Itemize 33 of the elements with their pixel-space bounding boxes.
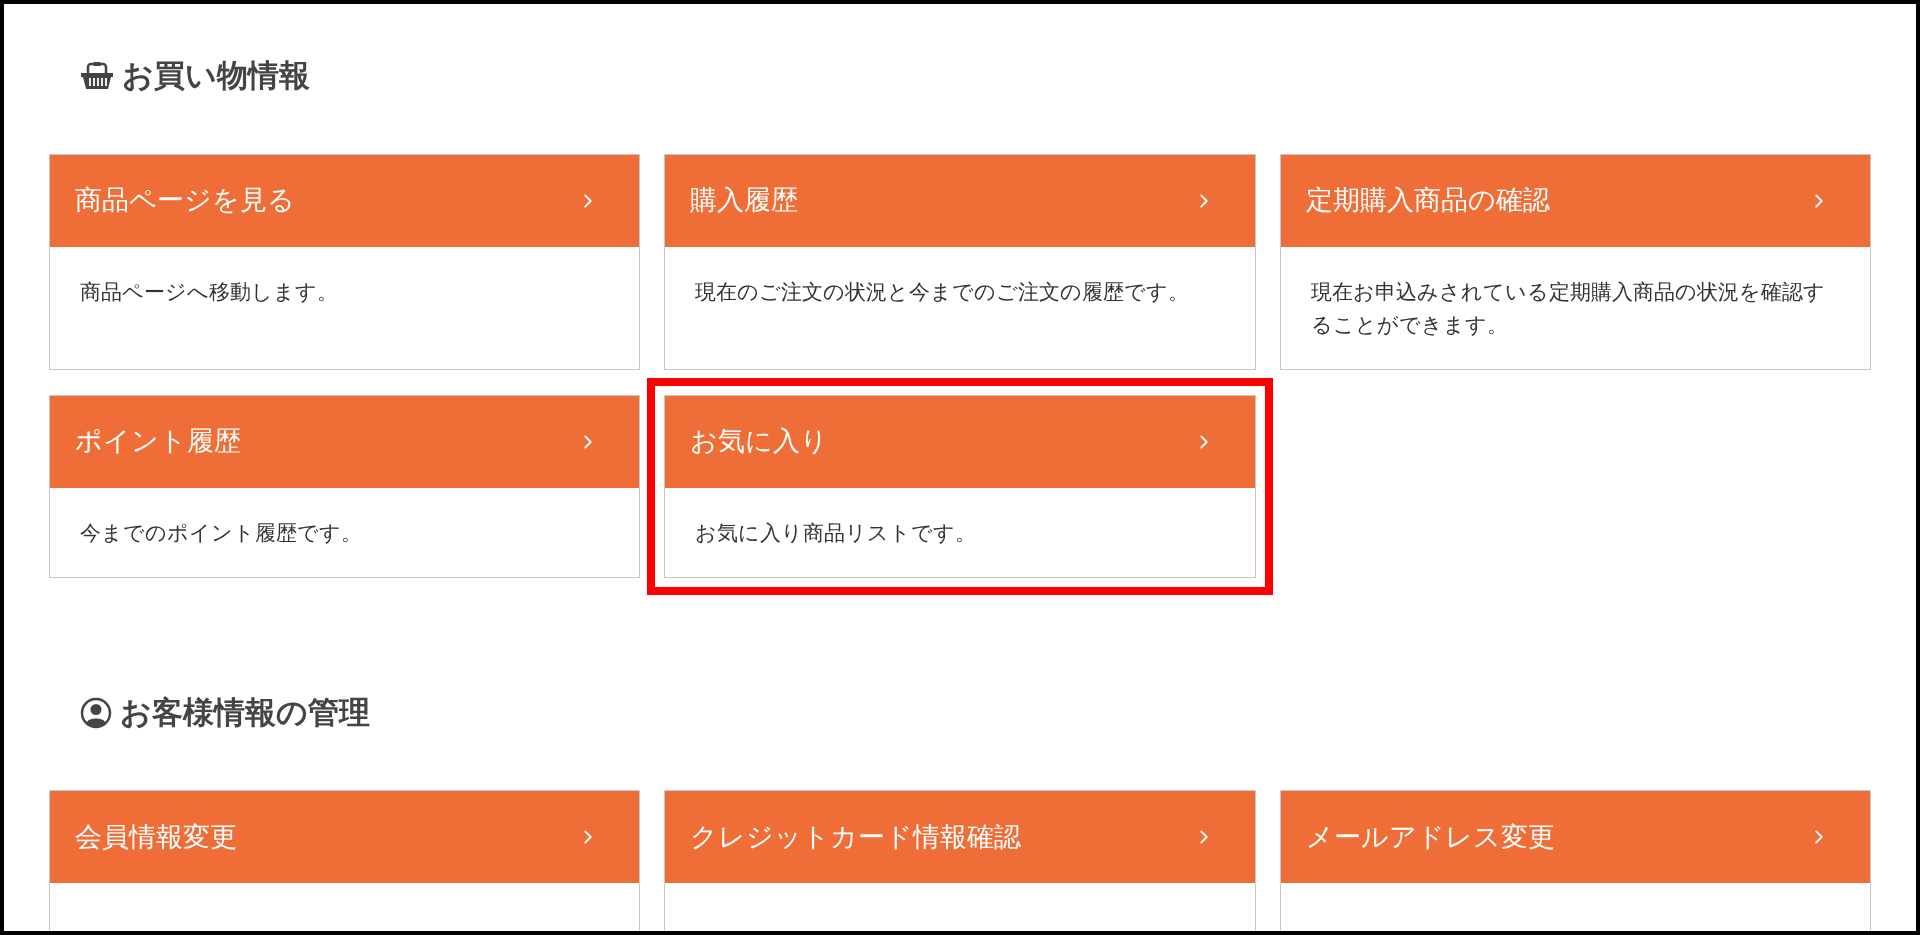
menu-card[interactable]: 商品ページを見る 商品ページへ移動します。 bbox=[49, 153, 641, 370]
card-title: 会員情報変更 bbox=[75, 820, 237, 854]
basket-icon bbox=[80, 61, 114, 92]
section-heading: お客様情報の管理 bbox=[120, 693, 370, 732]
card-title: 購入履歴 bbox=[690, 184, 799, 218]
card-header[interactable]: 購入履歴 bbox=[665, 154, 1255, 247]
card-header[interactable]: ポイント履歴 bbox=[50, 395, 640, 488]
card-title: お気に入り bbox=[690, 425, 829, 459]
section-heading: お買い物情報 bbox=[122, 57, 310, 95]
menu-card[interactable]: 定期購入商品の確認 現在お申込みされている定期購入商品の状況を確認することができます。 bbox=[1279, 153, 1871, 370]
menu-card[interactable]: 会員情報変更 bbox=[49, 790, 641, 931]
menu-card[interactable]: クレジットカード情報確認 bbox=[664, 790, 1256, 931]
menu-card[interactable]: 購入履歴 現在のご注文の状況と今までのご注文の履歴です。 bbox=[664, 153, 1256, 370]
card-title: クレジットカード情報確認 bbox=[690, 820, 1022, 854]
card-header[interactable]: お気に入り bbox=[665, 395, 1255, 488]
menu-card[interactable]: ポイント履歴 今までのポイント履歴です。 bbox=[49, 394, 641, 578]
card-title: 商品ページを見る bbox=[75, 184, 295, 218]
card-header[interactable]: クレジットカード情報確認 bbox=[665, 791, 1255, 883]
card-description: 今までのポイント履歴です。 bbox=[80, 519, 363, 546]
card-description: 現在お申込みされている定期購入商品の状況を確認することができます。 bbox=[1310, 278, 1826, 338]
user-icon bbox=[80, 696, 112, 729]
card-title: ポイント履歴 bbox=[75, 425, 241, 459]
card-title: メールアドレス変更 bbox=[1305, 820, 1555, 854]
card-header[interactable]: メールアドレス変更 bbox=[1280, 791, 1870, 883]
card-description: 商品ページへ移動します。 bbox=[80, 278, 339, 305]
card-title: 定期購入商品の確認 bbox=[1305, 184, 1550, 218]
card-description: お気に入り商品リストです。 bbox=[695, 519, 978, 546]
menu-card[interactable]: お気に入り お気に入り商品リストです。 bbox=[664, 394, 1256, 578]
card-header[interactable]: 会員情報変更 bbox=[50, 791, 640, 883]
card-header[interactable]: 定期購入商品の確認 bbox=[1280, 154, 1870, 247]
menu-card[interactable]: メールアドレス変更 bbox=[1279, 790, 1871, 931]
card-description: 現在のご注文の状況と今までのご注文の履歴です。 bbox=[695, 278, 1191, 305]
card-header[interactable]: 商品ページを見る bbox=[50, 154, 640, 247]
